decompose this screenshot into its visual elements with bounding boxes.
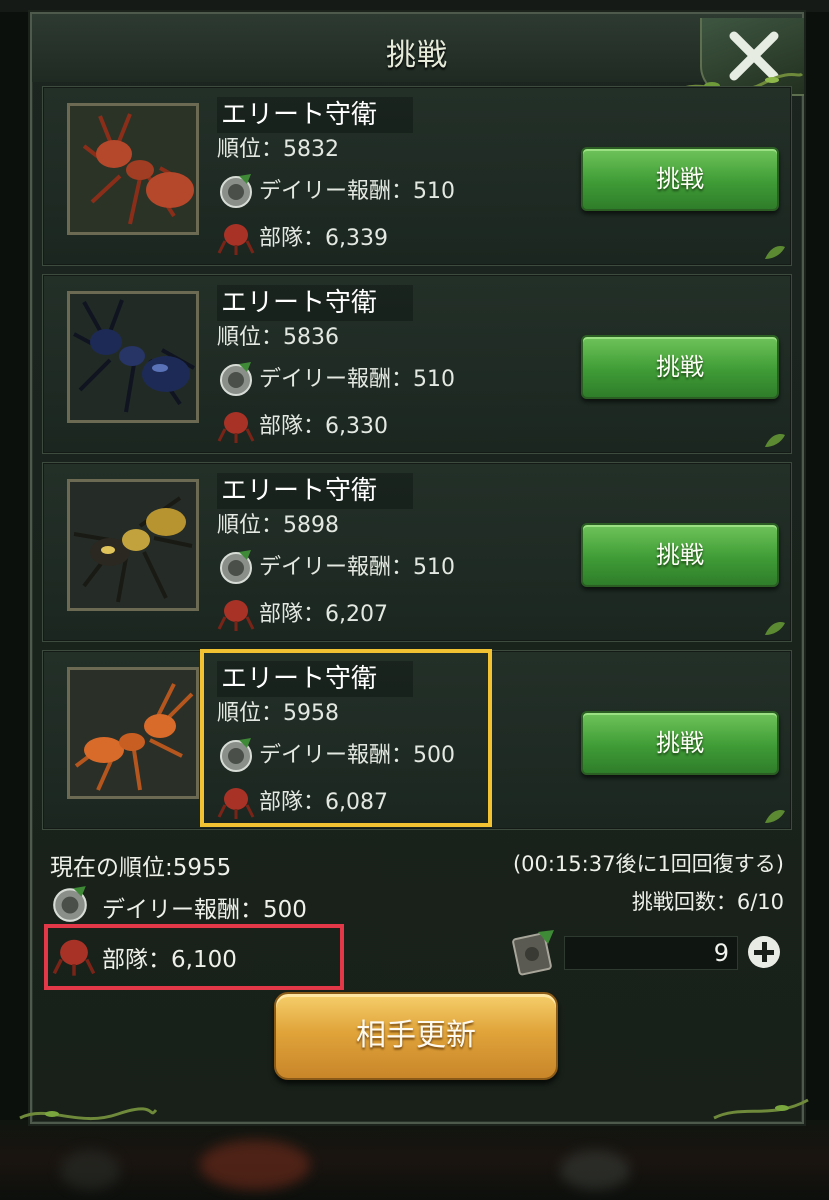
recovery-timer: (00:15:37後に1回回復する): [512, 852, 784, 876]
challenge-button[interactable]: 挑戦: [581, 711, 779, 775]
opponent-troops: 部隊：6,330: [259, 414, 388, 439]
opponent-name: エリート守衛: [217, 97, 413, 133]
opponent-reward: デイリー報酬：500: [259, 743, 455, 768]
ticket-count: 9: [564, 936, 738, 970]
opponent-rank: 順位：5958: [217, 701, 339, 726]
troops-ant-icon: [217, 788, 255, 819]
vine-decoration-icon: [713, 1098, 809, 1120]
dialog-title: 挑戦: [386, 38, 448, 73]
leaf-decoration-icon: [765, 434, 785, 447]
challenge-dialog: 挑戦 エリート守衛 順位：5832 デイリー報酬：510 部隊：6,339 挑戦…: [19, 12, 809, 1124]
opponent-troops: 部隊：6,207: [259, 602, 388, 627]
troops-ant-icon: [217, 600, 255, 631]
yellow-ant-icon: [70, 482, 196, 608]
opponent-card: エリート守衛 順位：5898 デイリー報酬：510 部隊：6,207 挑戦: [42, 462, 792, 642]
opponent-name: エリート守衛: [217, 285, 413, 321]
troops-ant-icon: [52, 939, 96, 976]
refresh-opponents-button[interactable]: 相手更新: [274, 992, 558, 1080]
red-ant-icon: [70, 106, 196, 232]
opponent-name: エリート守衛: [217, 661, 413, 697]
reward-medal-icon: [220, 550, 252, 584]
background-top: [0, 0, 829, 12]
opponent-rank: 順位：5898: [217, 513, 339, 538]
opponent-reward: デイリー報酬：510: [259, 555, 455, 580]
opponent-name: エリート守衛: [217, 473, 413, 509]
ant-portrait: [67, 103, 199, 235]
opponent-troops: 部隊：6,339: [259, 226, 388, 251]
leaf-decoration-icon: [765, 810, 785, 823]
ticket-book-icon: [512, 930, 554, 976]
daily-reward: デイリー報酬：500: [102, 897, 307, 923]
ant-portrait: [67, 667, 199, 799]
leaf-decoration-icon: [765, 246, 785, 259]
attempt-count: 挑戦回数：6/10: [631, 890, 784, 914]
opponent-troops: 部隊：6,087: [259, 790, 388, 815]
opponent-rank: 順位：5836: [217, 325, 339, 350]
my-troops: 部隊：6,100: [102, 947, 237, 973]
opponent-reward: デイリー報酬：510: [259, 367, 455, 392]
vine-decoration-icon: [19, 1107, 158, 1121]
opponent-card: エリート守衛 順位：5836 デイリー報酬：510 部隊：6,330 挑戦: [42, 274, 792, 454]
troops-ant-icon: [217, 412, 255, 443]
challenge-button[interactable]: 挑戦: [581, 147, 779, 211]
opponent-reward: デイリー報酬：510: [259, 179, 455, 204]
orange-ant-icon: [70, 670, 196, 796]
blue-ant-icon: [70, 294, 196, 420]
challenge-button[interactable]: 挑戦: [581, 523, 779, 587]
reward-medal-icon: [220, 362, 252, 396]
opponent-card: エリート守衛 順位：5958 デイリー報酬：500 部隊：6,087 挑戦: [42, 650, 792, 830]
add-ticket-button[interactable]: [748, 936, 780, 968]
current-rank: 現在の順位:5955: [50, 855, 232, 881]
ant-portrait: [67, 479, 199, 611]
reward-medal-icon: [220, 174, 252, 208]
opponent-rank: 順位：5832: [217, 137, 339, 162]
challenge-button[interactable]: 挑戦: [581, 335, 779, 399]
background-bottom: [0, 1120, 829, 1200]
reward-medal-icon: [53, 886, 87, 922]
opponent-card: エリート守衛 順位：5832 デイリー報酬：510 部隊：6,339 挑戦: [42, 86, 792, 266]
reward-medal-icon: [220, 738, 252, 772]
leaf-decoration-icon: [765, 622, 785, 635]
troops-ant-icon: [217, 224, 255, 255]
ant-portrait: [67, 291, 199, 423]
